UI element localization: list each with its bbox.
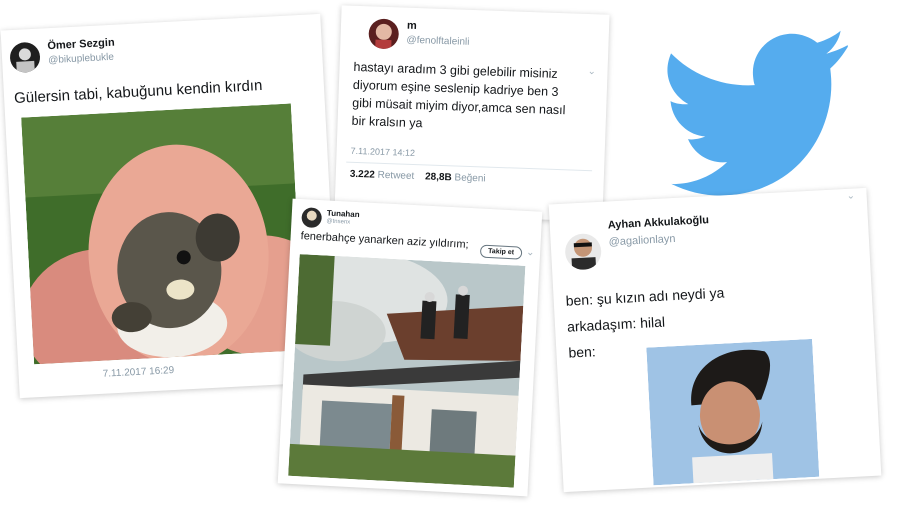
tweet-text: fenerbahçe yanarken aziz yıldırım;	[300, 230, 469, 251]
like-count[interactable]: 28,8B	[425, 171, 452, 183]
retweet-label[interactable]: Retweet	[377, 170, 414, 182]
firefighters-on-roof-man-sunbathing-photo	[288, 254, 526, 488]
author-name[interactable]: m	[407, 20, 417, 32]
author-handle[interactable]: @tnsenx	[326, 218, 350, 225]
tweet-timestamp[interactable]: 7.11.2017 14:12	[350, 146, 415, 158]
author-name[interactable]: Tunahan	[327, 208, 360, 219]
avatar[interactable]	[301, 207, 323, 229]
tweet-photo[interactable]	[646, 338, 820, 486]
man-with-crescent-hair-photo	[646, 338, 820, 486]
twitter-logo	[650, 18, 875, 208]
author-name[interactable]: Ömer Sezgin	[47, 37, 115, 53]
author-handle[interactable]: @agalionlayn	[608, 233, 675, 248]
tweet-stats-row: 3.222 Retweet 28,8B Beğeni	[350, 169, 486, 185]
avatar[interactable]	[564, 232, 603, 271]
tweet-card-m[interactable]: m @fenolftaleinli ⌄ hastayı aradım 3 gib…	[334, 5, 610, 222]
author-handle[interactable]: @fenolftaleinli	[406, 35, 469, 48]
tweet-card-tunahan[interactable]: Tunahan @tnsenx Takip et ⌄ fenerbahçe ya…	[277, 198, 543, 497]
retweet-count[interactable]: 3.222	[350, 169, 375, 181]
like-label[interactable]: Beğeni	[454, 172, 486, 184]
tweet-photo[interactable]	[21, 103, 304, 365]
chevron-down-icon[interactable]: ⌄	[587, 66, 596, 77]
twitter-bird-icon	[667, 30, 848, 196]
tweet-text: Gülersin tabi, kabuğunu kendin kırdın	[13, 77, 263, 107]
tweet-card-ayhan[interactable]: Ayhan Akkulakoğlu @agalionlayn ⌄ ben: şu…	[548, 187, 882, 493]
follow-button[interactable]: Takip et	[479, 244, 523, 260]
avatar[interactable]	[9, 41, 41, 74]
avatar[interactable]	[368, 18, 400, 50]
tweet-timestamp[interactable]: 7.11.2017 16:29	[102, 365, 174, 380]
tweet-photo[interactable]	[288, 254, 526, 488]
chevron-down-icon[interactable]: ⌄	[846, 190, 855, 201]
author-name[interactable]: Ayhan Akkulakoğlu	[608, 214, 710, 231]
tweet-text: hastayı aradım 3 gibi gelebilir misiniz …	[351, 59, 566, 131]
baby-turtle-hatching-photo	[21, 103, 304, 365]
author-handle[interactable]: @bikuplebukle	[48, 52, 114, 66]
chevron-down-icon[interactable]: ⌄	[526, 247, 535, 258]
